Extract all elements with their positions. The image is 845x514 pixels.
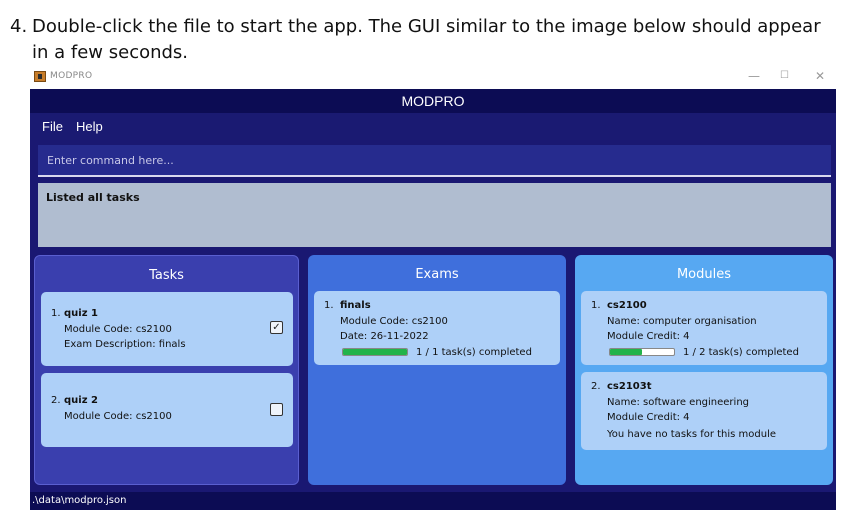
- exams-header: Exams: [415, 267, 459, 282]
- menu-bar: File Help: [30, 113, 836, 140]
- module-index: 2.: [591, 381, 601, 392]
- modules-header: Modules: [676, 267, 732, 282]
- module-note: You have no tasks for this module: [607, 429, 777, 440]
- tasks-panel: Tasks 1. quiz 1 Module Code: cs2100 Exam…: [34, 255, 299, 485]
- exam-progress-bar: [342, 348, 408, 356]
- window-titlebar[interactable]: MODPRO — ☐ ✕: [30, 66, 836, 88]
- module-card[interactable]: 2. cs2103t Name: software engineering Mo…: [581, 372, 827, 450]
- module-progress-fill: [610, 349, 642, 355]
- maximize-icon[interactable]: ☐: [780, 70, 789, 81]
- command-input[interactable]: [38, 145, 831, 175]
- command-box: [38, 145, 831, 177]
- module-name: Name: software engineering: [607, 397, 750, 408]
- exam-card[interactable]: 1. finals Module Code: cs2100 Date: 26-1…: [314, 291, 560, 365]
- instruction-body: Double-click the file to start the app. …: [32, 16, 821, 63]
- task-checkbox[interactable]: ✓: [270, 321, 283, 334]
- exam-index: 1.: [324, 300, 334, 311]
- module-name: Name: computer organisation: [607, 316, 757, 327]
- exams-panel: Exams 1. finals Module Code: cs2100 Date…: [308, 255, 566, 485]
- task-module: Module Code: cs2100: [64, 324, 172, 335]
- module-credit: Module Credit: 4: [607, 412, 690, 423]
- module-progress-bar: [609, 348, 675, 356]
- app-window: MODPRO — ☐ ✕ MODPRO File Help Listed all…: [30, 66, 836, 510]
- task-module: Module Code: cs2100: [64, 411, 172, 422]
- modules-panel: Modules 1. cs2100 Name: computer organis…: [575, 255, 833, 485]
- module-code: cs2100: [607, 300, 647, 311]
- app-body: MODPRO File Help Listed all tasks Tasks …: [30, 89, 836, 510]
- minimize-icon[interactable]: —: [748, 69, 760, 83]
- close-icon[interactable]: ✕: [815, 69, 825, 83]
- app-logo-icon: [34, 71, 46, 82]
- tasks-header: Tasks: [149, 268, 184, 283]
- instruction-number: 4.: [10, 16, 28, 37]
- task-checkbox[interactable]: [270, 403, 283, 416]
- result-text: Listed all tasks: [46, 191, 140, 204]
- app-title: MODPRO: [30, 89, 836, 113]
- task-card[interactable]: 1. quiz 1 Module Code: cs2100 Exam Descr…: [41, 292, 293, 366]
- module-code: cs2103t: [607, 381, 652, 392]
- exam-name: finals: [340, 300, 371, 311]
- task-index: 2.: [51, 395, 61, 406]
- exam-progress-text: 1 / 1 task(s) completed: [416, 347, 532, 358]
- menu-help[interactable]: Help: [76, 119, 103, 134]
- task-card[interactable]: 2. quiz 2 Module Code: cs2100: [41, 373, 293, 447]
- module-index: 1.: [591, 300, 601, 311]
- module-card[interactable]: 1. cs2100 Name: computer organisation Mo…: [581, 291, 827, 365]
- window-title: MODPRO: [50, 71, 93, 81]
- task-description: Exam Description: finals: [64, 339, 186, 350]
- task-name: quiz 2: [64, 395, 98, 406]
- result-display: Listed all tasks: [38, 183, 831, 247]
- task-name: quiz 1: [64, 308, 98, 319]
- status-bar: .\data\modpro.json: [30, 492, 836, 510]
- module-credit: Module Credit: 4: [607, 331, 690, 342]
- task-index: 1.: [51, 308, 61, 319]
- exam-date: Date: 26-11-2022: [340, 331, 429, 342]
- module-progress-text: 1 / 2 task(s) completed: [683, 347, 799, 358]
- menu-file[interactable]: File: [42, 119, 63, 134]
- exam-progress-fill: [343, 349, 407, 355]
- exam-module: Module Code: cs2100: [340, 316, 448, 327]
